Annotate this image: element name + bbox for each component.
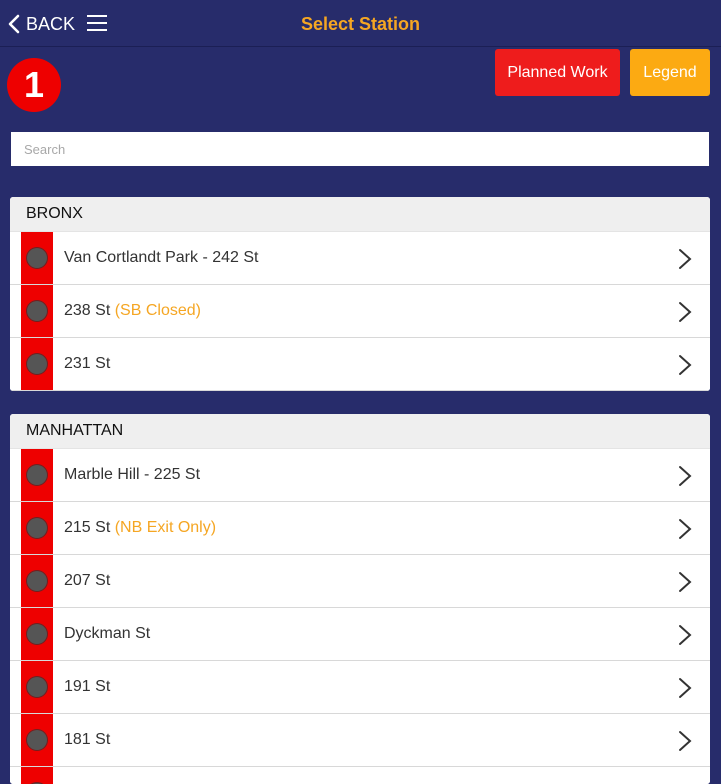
station-label: 231 St	[64, 355, 110, 373]
station-dot-icon	[26, 517, 48, 539]
station-row[interactable]: 191 St	[10, 661, 710, 714]
chevron-right-icon	[679, 302, 692, 322]
station-name: 238 St	[64, 302, 111, 319]
station-name: Van Cortlandt Park - 242 St	[64, 249, 259, 266]
station-label: 215 St (NB Exit Only)	[64, 519, 216, 537]
station-row[interactable]: 215 St (NB Exit Only)	[10, 502, 710, 555]
station-dot-icon	[26, 247, 48, 269]
station-row[interactable]	[10, 767, 710, 784]
page-title: Select Station	[300, 14, 421, 34]
station-label: Marble Hill - 225 St	[64, 466, 200, 484]
station-note: (NB Exit Only)	[114, 519, 217, 536]
chevron-right-icon	[679, 466, 692, 486]
section-header: MANHATTAN	[10, 414, 710, 449]
station-dot-icon	[26, 353, 48, 375]
chevron-right-icon	[679, 731, 692, 751]
station-dot-icon	[26, 464, 48, 486]
station-row[interactable]: Marble Hill - 225 St	[10, 449, 710, 502]
station-row[interactable]: Dyckman St	[10, 608, 710, 661]
station-label: 207 St	[64, 572, 110, 590]
station-dot-icon	[26, 300, 48, 322]
station-label: 181 St	[64, 731, 110, 749]
station-name: 191 St	[64, 678, 111, 695]
station-name: 231 St	[64, 355, 111, 372]
station-label: Dyckman St	[64, 625, 150, 643]
station-row[interactable]: Van Cortlandt Park - 242 St	[10, 232, 710, 285]
station-dot-icon	[26, 623, 48, 645]
station-note: (SB Closed)	[114, 302, 201, 319]
station-row[interactable]: 207 St	[10, 555, 710, 608]
legend-button[interactable]: Legend	[630, 49, 710, 96]
section-bronx: BRONX Van Cortlandt Park - 242 St 238 St…	[10, 197, 710, 391]
station-name: Dyckman St	[64, 625, 151, 642]
station-label: 191 St	[64, 678, 110, 696]
station-label: Van Cortlandt Park - 242 St	[64, 249, 258, 267]
chevron-right-icon	[679, 678, 692, 698]
line-badge: 1	[7, 58, 61, 112]
station-name: 207 St	[64, 572, 111, 589]
station-dot-icon	[26, 676, 48, 698]
planned-work-button[interactable]: Planned Work	[495, 49, 620, 96]
station-name: 181 St	[64, 731, 111, 748]
section-header: BRONX	[10, 197, 710, 232]
chevron-right-icon	[679, 249, 692, 269]
chevron-right-icon	[679, 355, 692, 375]
search-input[interactable]	[11, 132, 709, 166]
section-manhattan: MANHATTAN Marble Hill - 225 St 215 St (N…	[10, 414, 710, 784]
station-row[interactable]: 231 St	[10, 338, 710, 391]
chevron-right-icon	[679, 625, 692, 645]
station-dot-icon	[26, 729, 48, 751]
station-dot-icon	[26, 570, 48, 592]
chevron-right-icon	[679, 572, 692, 592]
chevron-right-icon	[679, 519, 692, 539]
station-name: 215 St	[64, 519, 111, 536]
station-row[interactable]: 181 St	[10, 714, 710, 767]
station-label: 238 St (SB Closed)	[64, 302, 201, 320]
top-navigation-bar: BACK Select Station	[0, 0, 721, 47]
station-row[interactable]: 238 St (SB Closed)	[10, 285, 710, 338]
station-name: Marble Hill - 225 St	[64, 466, 201, 483]
